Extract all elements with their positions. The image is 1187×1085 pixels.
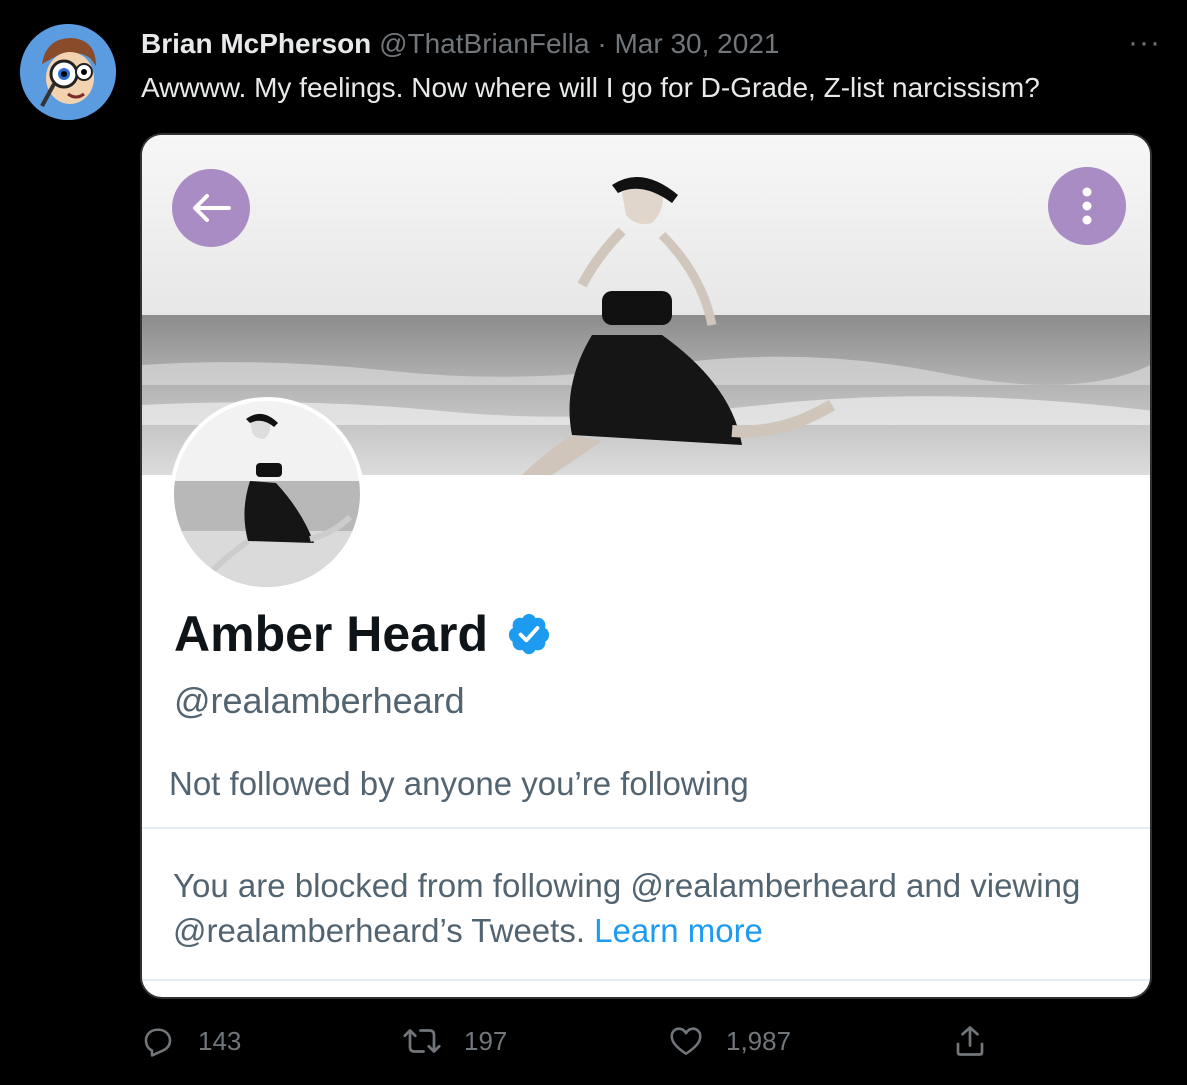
blocked-notice: You are blocked from following @realambe… bbox=[173, 863, 1113, 953]
heart-icon bbox=[670, 1027, 702, 1056]
back-button[interactable] bbox=[172, 169, 250, 247]
more-options-icon[interactable]: ··· bbox=[1128, 28, 1161, 58]
profile-handle: @realamberheard bbox=[174, 680, 465, 721]
author-name[interactable]: Brian McPherson bbox=[141, 28, 371, 59]
share-icon bbox=[956, 1026, 984, 1056]
like-count: 1,987 bbox=[726, 1025, 792, 1056]
card-divider bbox=[142, 827, 1150, 829]
profile-menu-button[interactable] bbox=[1048, 167, 1126, 245]
like-button[interactable]: 1,987 bbox=[668, 1023, 791, 1059]
profile-photo-image bbox=[174, 401, 360, 587]
tweet-header: Brian McPherson @ThatBrianFella · Mar 30… bbox=[141, 26, 779, 62]
profile-picture[interactable] bbox=[170, 397, 364, 591]
retweet-count: 197 bbox=[464, 1025, 508, 1056]
header-separator: · bbox=[589, 28, 615, 59]
author-handle[interactable]: @ThatBrianFella bbox=[379, 28, 590, 59]
profile-name-text: Amber Heard bbox=[174, 606, 488, 662]
followed-by-note: Not followed by anyone you’re following bbox=[169, 765, 749, 802]
verified-badge-icon bbox=[508, 613, 550, 655]
tweet-date[interactable]: Mar 30, 2021 bbox=[614, 28, 779, 59]
tweet-text: Awwww. My feelings. Now where will I go … bbox=[141, 72, 1040, 103]
tweet-action-bar: 143 197 1,987 bbox=[140, 1023, 1000, 1067]
cartoon-avatar-icon bbox=[20, 24, 116, 120]
card-bottom-divider bbox=[142, 979, 1150, 981]
retweet-icon bbox=[403, 1029, 441, 1053]
vertical-dots-icon bbox=[1082, 187, 1092, 225]
reply-button[interactable]: 143 bbox=[140, 1023, 241, 1059]
share-button[interactable] bbox=[952, 1023, 988, 1059]
author-avatar[interactable] bbox=[20, 24, 116, 120]
learn-more-link[interactable]: Learn more bbox=[594, 912, 763, 949]
embedded-image-card[interactable]: Amber Heard @realamberheard Not followed… bbox=[140, 133, 1152, 999]
arrow-left-icon bbox=[193, 194, 231, 222]
profile-display-name: Amber Heard bbox=[174, 605, 552, 663]
reply-icon bbox=[144, 1028, 172, 1057]
reply-count: 143 bbox=[198, 1025, 242, 1056]
retweet-button[interactable]: 197 bbox=[402, 1023, 507, 1059]
